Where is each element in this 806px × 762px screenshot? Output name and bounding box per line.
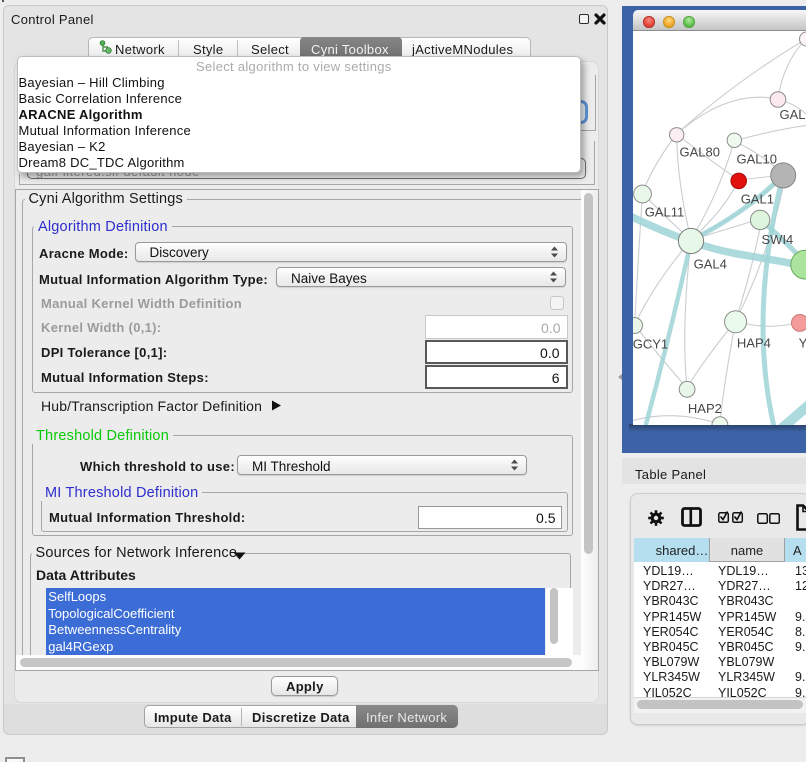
svg-text:SWI4: SWI4	[762, 232, 794, 247]
svg-text:HAP2: HAP2	[688, 401, 722, 416]
svg-text:GAL2: GAL2	[780, 107, 806, 122]
svg-text:GAL80: GAL80	[680, 145, 720, 160]
svg-text:GCY1: GCY1	[633, 337, 668, 352]
svg-text:GAL10: GAL10	[737, 151, 777, 166]
svg-text:HAP4: HAP4	[737, 335, 771, 350]
svg-text:GAL1: GAL1	[741, 192, 774, 207]
svg-text:Y: Y	[799, 335, 806, 350]
svg-text:GAL4: GAL4	[694, 257, 727, 272]
svg-text:GAL11: GAL11	[645, 204, 685, 219]
